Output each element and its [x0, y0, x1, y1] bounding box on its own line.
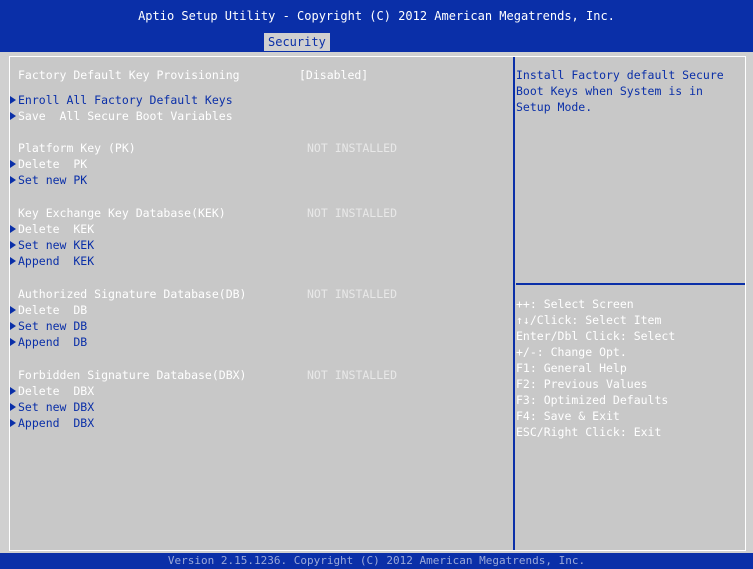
factory-default-key-provisioning-value[interactable]: [Disabled]	[299, 67, 368, 83]
header-bar: Aptio Setup Utility - Copyright (C) 2012…	[0, 0, 753, 52]
submenu-arrow-icon	[10, 225, 16, 233]
set-new-kek-item[interactable]: Set new KEK	[10, 237, 94, 253]
kek-status-row: Key Exchange Key Database(KEK) NOT INSTA…	[10, 205, 397, 221]
set-new-db-item[interactable]: Set new DB	[10, 318, 87, 334]
submenu-arrow-icon	[10, 176, 16, 184]
submenu-arrow-icon	[10, 419, 16, 427]
append-dbx-item[interactable]: Append DBX	[10, 415, 94, 431]
submenu-arrow-icon	[10, 306, 16, 314]
append-db-label: Append DB	[18, 335, 88, 349]
dbx-status-row: Forbidden Signature Database(DBX) NOT IN…	[10, 367, 397, 383]
submenu-arrow-icon	[10, 322, 16, 330]
submenu-arrow-icon	[10, 403, 16, 411]
key-hint: F4: Save & Exit	[516, 409, 620, 423]
delete-dbx-item[interactable]: Delete DBX	[10, 383, 94, 399]
set-new-pk-item[interactable]: Set new PK	[10, 172, 87, 188]
append-dbx-label: Append DBX	[18, 416, 95, 430]
dbx-label: Forbidden Signature Database(DBX)	[18, 368, 247, 382]
set-new-dbx-label: Set new DBX	[18, 400, 95, 414]
set-new-db-label: Set new DB	[18, 319, 88, 333]
submenu-arrow-icon	[10, 112, 16, 120]
enroll-all-factory-keys-item[interactable]: Enroll All Factory Default Keys	[10, 92, 233, 108]
vertical-divider	[513, 57, 515, 550]
delete-kek-label: Delete KEK	[18, 222, 95, 236]
submenu-arrow-icon	[10, 96, 16, 104]
key-hint: ↑↓/Click: Select Item	[516, 313, 662, 327]
db-status: NOT INSTALLED	[307, 287, 398, 301]
key-hint: ++: Select Screen	[516, 297, 634, 311]
key-hint: Enter/Dbl Click: Select	[516, 329, 676, 343]
kek-label: Key Exchange Key Database(KEK)	[18, 206, 226, 220]
submenu-arrow-icon	[10, 387, 16, 395]
delete-pk-label: Delete PK	[18, 157, 88, 171]
key-hint: +/-: Change Opt.	[516, 345, 627, 359]
delete-pk-item[interactable]: Delete PK	[10, 156, 87, 172]
delete-db-item[interactable]: Delete DB	[10, 302, 87, 318]
append-kek-label: Append KEK	[18, 254, 95, 268]
db-status-row: Authorized Signature Database(DB) NOT IN…	[10, 286, 397, 302]
tab-security[interactable]: Security	[264, 33, 330, 51]
dbx-status: NOT INSTALLED	[307, 368, 398, 382]
platform-key-status: NOT INSTALLED	[307, 141, 398, 155]
set-new-dbx-item[interactable]: Set new DBX	[10, 399, 94, 415]
db-label: Authorized Signature Database(DB)	[18, 287, 247, 301]
submenu-arrow-icon	[10, 241, 16, 249]
factory-default-key-provisioning-label: Factory Default Key Provisioning	[18, 68, 240, 82]
set-new-pk-label: Set new PK	[18, 173, 88, 187]
settings-pane: Factory Default Key Provisioning [Disabl…	[10, 57, 512, 550]
utility-title: Aptio Setup Utility - Copyright (C) 2012…	[138, 9, 615, 23]
key-hint: F2: Previous Values	[516, 377, 648, 391]
submenu-arrow-icon	[10, 338, 16, 346]
kek-status: NOT INSTALLED	[307, 206, 398, 220]
footer-bar: Version 2.15.1236. Copyright (C) 2012 Am…	[0, 553, 753, 569]
append-kek-item[interactable]: Append KEK	[10, 253, 94, 269]
platform-key-status-row: Platform Key (PK) NOT INSTALLED	[10, 140, 397, 156]
help-text-line: Boot Keys when System is in	[516, 84, 703, 98]
delete-kek-item[interactable]: Delete KEK	[10, 221, 94, 237]
help-text-line: Install Factory default Secure	[516, 68, 724, 82]
key-hint: ESC/Right Click: Exit	[516, 425, 662, 439]
delete-dbx-label: Delete DBX	[18, 384, 95, 398]
main-panel: Factory Default Key Provisioning [Disabl…	[9, 56, 746, 551]
submenu-arrow-icon	[10, 257, 16, 265]
factory-default-key-provisioning-row[interactable]: Factory Default Key Provisioning [Disabl…	[10, 67, 368, 83]
submenu-arrow-icon	[10, 160, 16, 168]
save-all-secure-boot-variables-label: Save All Secure Boot Variables	[18, 109, 233, 123]
enroll-all-factory-keys-label: Enroll All Factory Default Keys	[18, 93, 233, 107]
version-text: Version 2.15.1236. Copyright (C) 2012 Am…	[167, 554, 586, 567]
help-text-line: Setup Mode.	[516, 100, 593, 114]
help-pane: Install Factory default Secure Boot Keys…	[516, 57, 745, 282]
save-all-secure-boot-variables-item[interactable]: Save All Secure Boot Variables	[10, 108, 233, 124]
horizontal-divider	[516, 283, 745, 285]
key-hint: F3: Optimized Defaults	[516, 393, 669, 407]
append-db-item[interactable]: Append DB	[10, 334, 87, 350]
key-legend: ++: Select Screen ↑↓/Click: Select Item …	[516, 297, 745, 547]
platform-key-label: Platform Key (PK)	[18, 141, 136, 155]
set-new-kek-label: Set new KEK	[18, 238, 95, 252]
key-hint: F1: General Help	[516, 361, 627, 375]
delete-db-label: Delete DB	[18, 303, 88, 317]
